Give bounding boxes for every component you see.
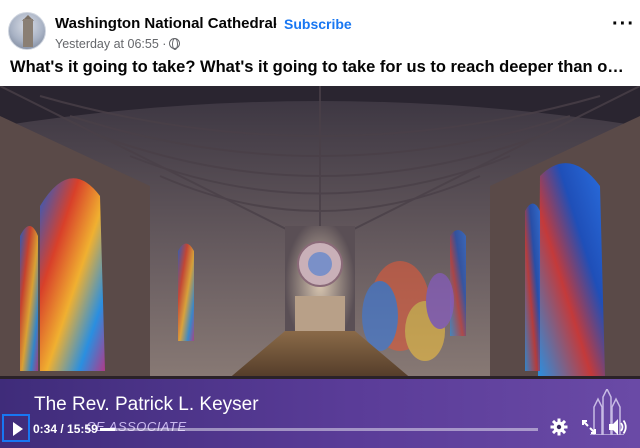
post-timestamp-row: Yesterday at 06:55 · [55, 37, 181, 51]
video-player[interactable]: The Rev. Patrick L. Keyser CE ASSOCIATE … [0, 86, 640, 448]
post-timestamp[interactable]: Yesterday at 06:55 · [55, 37, 166, 51]
current-time: 0:34 [33, 422, 58, 436]
page-name[interactable]: Washington National Cathedral [55, 15, 277, 32]
time-separator: / [57, 422, 68, 436]
name-separator: · [273, 15, 278, 32]
post-caption: What's it going to take? What's it going… [10, 58, 624, 76]
gear-icon[interactable] [550, 418, 568, 436]
more-options-icon[interactable]: ··· [612, 13, 635, 36]
duration: 15:59 [67, 422, 98, 436]
play-icon[interactable] [2, 414, 30, 442]
fullscreen-icon[interactable] [582, 420, 596, 434]
subscribe-button[interactable]: Subscribe [284, 16, 352, 32]
volume-icon[interactable] [608, 418, 628, 436]
progress-bar[interactable] [100, 428, 538, 431]
video-controls: 0:34 / 15:59 [0, 412, 640, 448]
page-avatar[interactable] [8, 12, 46, 50]
time-readout: 0:34 / 15:59 [33, 422, 98, 436]
post-header: Washington National Cathedral · Subscrib… [0, 0, 640, 86]
globe-icon [169, 38, 181, 50]
avatar-tower [23, 19, 33, 47]
progress-fill [100, 428, 116, 431]
